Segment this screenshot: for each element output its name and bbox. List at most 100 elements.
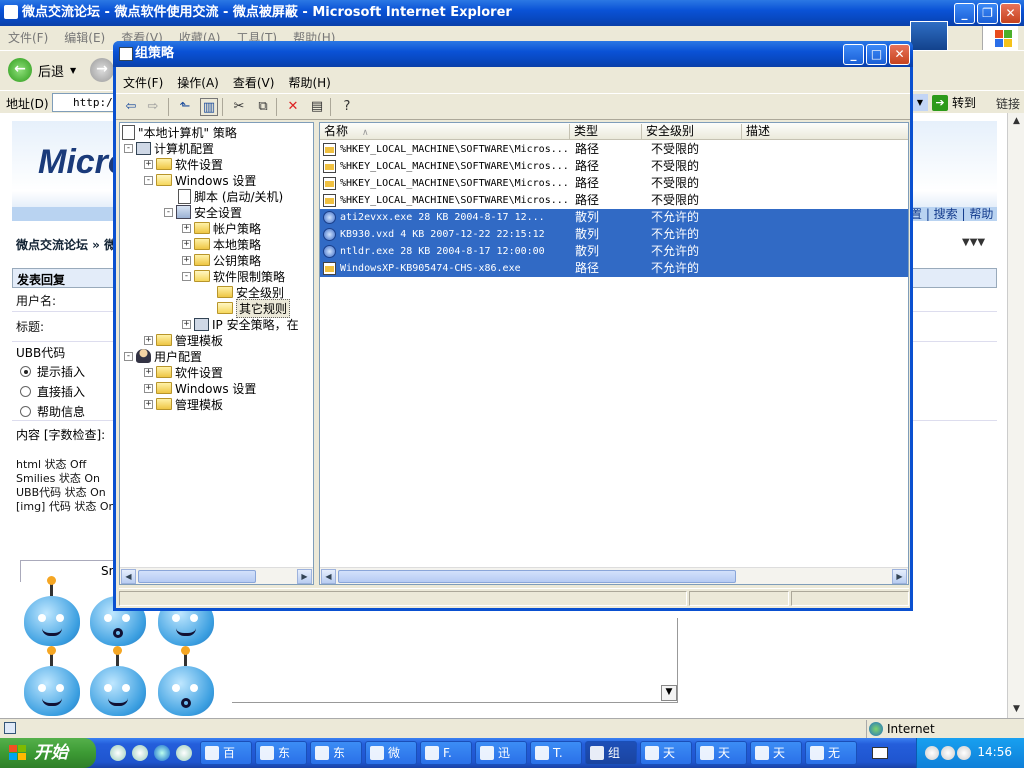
tree-windows-settings[interactable]: - Windows 设置 [144,172,256,188]
back-arrow-icon[interactable]: ⇦ [122,98,140,116]
ie-close-button[interactable]: ✕ [1000,3,1021,24]
content-textarea[interactable] [232,618,678,703]
scroll-down-icon[interactable]: ▼ [1008,701,1024,718]
tree-software-settings[interactable]: + 软件设置 [144,156,223,172]
ie-minimize-button[interactable]: _ [954,3,975,24]
scroll-thumb[interactable] [138,570,256,583]
gp-menu-view[interactable]: 查看(V) [226,70,282,91]
taskbar-button[interactable]: 迅 [475,741,527,765]
collapse-icon[interactable]: - [164,207,173,217]
ie-quicklaunch-icon[interactable] [154,745,170,761]
tree-user-admin-templates[interactable]: + 管理模板 [144,396,223,412]
tree-ip-security[interactable]: + IP 安全策略，在 [182,316,299,332]
list-horizontal-scrollbar[interactable]: ◀ ▶ [320,567,908,584]
copy-icon[interactable]: ⧉ [254,98,272,116]
tree-public-key-policy[interactable]: + 公钥策略 [182,252,261,268]
scroll-right-icon[interactable]: ▶ [297,569,312,584]
collapse-icon[interactable]: - [144,175,153,185]
tree-horizontal-scrollbar[interactable]: ◀ ▶ [120,567,313,584]
delete-icon[interactable]: ✕ [284,98,302,116]
taskbar-button[interactable]: F. [420,741,472,765]
ubb-option-prompt[interactable]: 提示插入 [20,363,85,380]
scroll-left-icon[interactable]: ◀ [321,569,336,584]
ie-back-button[interactable]: ← 后退 ▼ [8,58,76,82]
forum-dropdown-icons[interactable]: ▼▼▼ [962,237,985,248]
textarea-resize-icon[interactable]: ▼ [661,685,677,701]
collapse-icon[interactable]: - [124,351,133,361]
tree-account-policy[interactable]: + 帐户策略 [182,220,261,236]
smiley-icon[interactable] [90,646,146,716]
column-level[interactable]: 安全级别 [642,124,742,139]
scroll-thumb[interactable] [338,570,736,583]
quicklaunch-icon[interactable] [132,745,148,761]
address-dropdown-icon[interactable]: ▼ [912,94,928,111]
show-tree-icon[interactable]: ▥ [200,98,218,116]
rule-row[interactable]: %HKEY_LOCAL_MACHINE\SOFTWARE\Micros... 路径… [320,141,908,158]
ie-vertical-scrollbar[interactable]: ▲ ▼ [1007,113,1024,718]
taskbar-button[interactable]: T. [530,741,582,765]
tray-icon[interactable] [941,746,955,760]
back-dropdown-icon[interactable]: ▼ [70,66,76,75]
site-nav-links[interactable]: 置 | 搜索 | 帮助 [910,205,993,222]
scroll-right-icon[interactable]: ▶ [892,569,907,584]
column-type[interactable]: 类型 [570,124,642,139]
ubb-option-help[interactable]: 帮助信息 [20,403,85,420]
expand-icon[interactable]: + [182,255,191,265]
tree-scripts[interactable]: 脚本 (启动/关机) [178,188,283,204]
expand-icon[interactable]: + [144,383,153,393]
smiley-icon[interactable] [158,646,214,716]
rule-row[interactable]: %HKEY_LOCAL_MACHINE\SOFTWARE\Micros... 路径… [320,175,908,192]
rule-row[interactable]: %HKEY_LOCAL_MACHINE\SOFTWARE\Micros... 路径… [320,158,908,175]
tree-user-software-settings[interactable]: + 软件设置 [144,364,223,380]
tree-security-settings[interactable]: - 安全设置 [164,204,242,220]
expand-icon[interactable]: + [182,239,191,249]
quicklaunch-icon[interactable] [176,745,192,761]
taskbar-button[interactable]: 微 [365,741,417,765]
tree-user-windows-settings[interactable]: + Windows 设置 [144,380,256,396]
scroll-left-icon[interactable]: ◀ [121,569,136,584]
tree-software-restriction[interactable]: - 软件限制策略 [182,268,285,284]
start-button[interactable]: 开始 [0,738,96,768]
keyboard-icon[interactable] [872,747,888,759]
links-button[interactable]: 链接 [996,95,1020,112]
expand-icon[interactable]: + [144,159,153,169]
clock[interactable]: 14:56 [977,745,1012,759]
up-folder-icon[interactable]: ⬑ [176,98,194,116]
smiley-icon[interactable] [24,646,80,716]
scroll-up-icon[interactable]: ▲ [1008,113,1024,130]
collapse-icon[interactable]: - [182,271,191,281]
taskbar-button[interactable]: 天 [695,741,747,765]
taskbar-button[interactable]: 东 [310,741,362,765]
smiley-icon[interactable] [24,576,80,646]
collapse-icon[interactable]: - [124,143,133,153]
quicklaunch-icon[interactable] [110,745,126,761]
gp-menu-file[interactable]: 文件(F) [116,70,170,91]
go-button[interactable]: ➔ 转到 [932,94,976,111]
gp-minimize-button[interactable]: _ [843,44,864,65]
taskbar-button[interactable]: 百 [200,741,252,765]
tree-user-config[interactable]: - 用户配置 [124,348,202,364]
tray-icon[interactable] [925,746,939,760]
tree-other-rules[interactable]: 其它规则 [217,298,291,318]
expand-icon[interactable]: + [144,335,153,345]
gp-menu-action[interactable]: 操作(A) [170,70,226,91]
column-name[interactable]: 名称 ∧ [320,124,570,139]
ie-maximize-button[interactable]: ❐ [977,3,998,24]
rule-row[interactable]: %HKEY_LOCAL_MACHINE\SOFTWARE\Micros... 路径… [320,192,908,209]
forward-arrow-icon[interactable]: ⇨ [144,98,162,116]
tree-admin-templates[interactable]: + 管理模板 [144,332,223,348]
expand-icon[interactable]: + [144,399,153,409]
tree-root[interactable]: "本地计算机" 策略 [122,124,237,140]
rule-row[interactable]: ati2evxx.exe 28 KB 2004-8-17 12... 散列 不允许的 [320,209,908,226]
expand-icon[interactable]: + [144,367,153,377]
taskbar-button[interactable]: 天 [750,741,802,765]
rule-row[interactable]: WindowsXP-KB905474-CHS-x86.exe 路径 不允许的 [320,260,908,277]
forum-breadcrumb[interactable]: 微点交流论坛 » 微 [16,236,116,253]
ie-menu-file[interactable]: 文件(F) [0,26,56,49]
gp-maximize-button[interactable]: □ [866,44,887,65]
gp-close-button[interactable]: ✕ [889,44,910,65]
rule-row[interactable]: KB930.vxd 4 KB 2007-12-22 22:15:12 散列 不允许的 [320,226,908,243]
ie-menu-edit[interactable]: 编辑(E) [56,26,113,49]
expand-icon[interactable]: + [182,319,191,329]
rule-row[interactable]: ntldr.exe 28 KB 2004-8-17 12:00:00 散列 不允许的 [320,243,908,260]
